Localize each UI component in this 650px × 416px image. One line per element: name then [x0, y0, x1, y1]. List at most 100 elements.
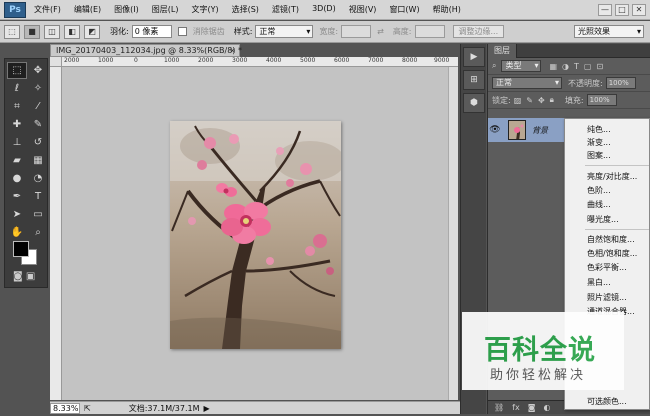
status-share-icon[interactable]: ⇱	[84, 404, 91, 413]
tab-layers[interactable]: 图层	[488, 43, 517, 58]
type-icon[interactable]: T	[28, 188, 48, 205]
filter-smart-icon[interactable]: ⊡	[596, 62, 603, 71]
blend-row: 正常 不透明度: 100%	[488, 75, 650, 92]
lasso-icon[interactable]: ℓ	[7, 80, 27, 97]
adjustment-layer-icon[interactable]: ◐	[543, 403, 550, 412]
style-select[interactable]: 正常	[255, 25, 314, 38]
zoom-level-field[interactable]: 8.33%	[50, 402, 80, 414]
menu-item-vibrance[interactable]: 自然饱和度...	[565, 233, 650, 246]
3d-panel-icon[interactable]: ⬢	[463, 93, 485, 113]
magic-wand-icon[interactable]: ✧	[28, 80, 48, 97]
lock-all-icon[interactable]: 🔒︎	[550, 95, 554, 105]
blur-icon[interactable]: ●	[7, 170, 27, 187]
antialias-checkbox[interactable]	[177, 27, 187, 36]
menu-item-brightness-contrast[interactable]: 亮度/对比度...	[565, 170, 650, 183]
link-layers-icon[interactable]: ⛓︎	[494, 403, 504, 412]
menu-select[interactable]: 选择(S)	[232, 4, 259, 15]
swap-icon[interactable]: ⇄	[377, 27, 384, 36]
filter-adjust-icon[interactable]: ◑	[562, 62, 569, 71]
add-mask-icon[interactable]: ◙	[528, 403, 536, 412]
marquee-preset-icon[interactable]: ⬚	[4, 24, 20, 39]
crop-icon[interactable]: ⌗	[7, 98, 27, 115]
play-actions-icon[interactable]: ▶	[463, 47, 485, 67]
maximize-button[interactable]: □	[615, 3, 629, 16]
menu-3d[interactable]: 3D(D)	[312, 4, 336, 15]
antialias-label: 消除锯齿	[192, 27, 225, 36]
lock-pixels-icon[interactable]: ✎	[526, 96, 533, 105]
menu-layer[interactable]: 图层(L)	[152, 4, 179, 15]
menu-item-photo-filter[interactable]: 照片滤镜...	[565, 291, 650, 304]
menu-edit[interactable]: 编辑(E)	[74, 4, 101, 15]
hand-icon[interactable]: ✋	[7, 224, 27, 241]
status-menu-arrow[interactable]: ▶	[204, 404, 210, 413]
intersect-selection-icon[interactable]: ◩	[84, 24, 100, 39]
zoom-icon[interactable]: ⌕	[28, 224, 48, 241]
brush-icon[interactable]: ✎	[28, 116, 48, 133]
shape-icon[interactable]: ▭	[28, 206, 48, 223]
healing-brush-icon[interactable]: ✚	[7, 116, 27, 133]
menu-help[interactable]: 帮助(H)	[433, 4, 461, 15]
filter-shape-icon[interactable]: ▢	[584, 62, 592, 71]
eraser-icon[interactable]: ▰	[7, 152, 27, 169]
new-selection-icon[interactable]: ■	[24, 24, 40, 39]
feather-input[interactable]: 0 像素	[131, 25, 172, 38]
foreground-color-swatch[interactable]	[13, 241, 29, 257]
close-tab-icon[interactable]: ×	[229, 45, 236, 56]
width-input[interactable]	[341, 25, 372, 38]
lock-position-icon[interactable]: ✥	[538, 96, 545, 105]
photoshop-logo: Ps	[4, 1, 26, 18]
workspace-select[interactable]: 光照效果	[574, 25, 644, 38]
minimize-button[interactable]: —	[598, 3, 612, 16]
menu-item-color-balance[interactable]: 色彩平衡...	[565, 261, 650, 274]
menu-item-gradient[interactable]: 渐变...	[565, 136, 650, 149]
menu-item-exposure[interactable]: 曝光度...	[565, 213, 650, 226]
dodge-icon[interactable]: ◔	[28, 170, 48, 187]
height-input[interactable]	[414, 25, 445, 38]
menu-item-pattern[interactable]: 图案...	[565, 149, 650, 162]
menu-item-solid-color[interactable]: 纯色...	[565, 123, 650, 136]
pen-icon[interactable]: ✒	[7, 188, 27, 205]
canvas-area[interactable]	[62, 67, 458, 400]
history-brush-icon[interactable]: ↺	[28, 134, 48, 151]
horizontal-ruler: 2000 1000 0 1000 2000 3000 4000 5000 600…	[62, 57, 458, 67]
document-tab[interactable]: IMG_20170403_112034.jpg @ 8.33%(RGB/8) *…	[50, 44, 242, 57]
menu-item-black-white[interactable]: 黑白...	[565, 276, 650, 289]
lock-transparent-icon[interactable]: ▨	[514, 96, 522, 105]
path-select-icon[interactable]: ➤	[7, 206, 27, 223]
menu-item-hue-saturation[interactable]: 色相/饱和度...	[565, 247, 650, 260]
menu-window[interactable]: 窗口(W)	[389, 4, 419, 15]
menu-image[interactable]: 图像(I)	[114, 4, 139, 15]
fill-input[interactable]: 100%	[586, 94, 617, 106]
menu-type[interactable]: 文字(Y)	[191, 4, 218, 15]
move-icon[interactable]: ✥	[28, 62, 48, 79]
menu-file[interactable]: 文件(F)	[34, 4, 61, 15]
menu-item-selective-color[interactable]: 可选颜色...	[565, 395, 650, 408]
add-selection-icon[interactable]: ◫	[44, 24, 60, 39]
menu-view[interactable]: 视图(V)	[349, 4, 377, 15]
style-label: 样式:	[233, 27, 253, 36]
menu-item-curves[interactable]: 曲线...	[565, 198, 650, 211]
menu-item-levels[interactable]: 色阶...	[565, 184, 650, 197]
quick-mask-icon[interactable]: ◙ ▣	[13, 271, 35, 282]
gradient-icon[interactable]: ▦	[28, 152, 48, 169]
subtract-selection-icon[interactable]: ◧	[64, 24, 80, 39]
rect-marquee-icon[interactable]: ⬚	[7, 62, 27, 79]
vertical-scrollbar[interactable]	[448, 67, 458, 400]
menu-filter[interactable]: 滤镜(T)	[272, 4, 299, 15]
blend-mode-select[interactable]: 正常	[492, 77, 562, 89]
kind-filter-select[interactable]: 类型	[501, 60, 542, 72]
ruler-tick: 7000	[368, 57, 384, 64]
visibility-eye-icon[interactable]: 👁︎	[488, 125, 502, 135]
eyedropper-icon[interactable]: ⁄	[28, 98, 48, 115]
watermark-subtitle: 助你轻松解决	[490, 368, 587, 383]
opacity-input[interactable]: 100%	[605, 77, 636, 89]
close-window-button[interactable]: ✕	[632, 3, 646, 16]
layer-style-icon[interactable]: fx	[512, 403, 520, 412]
filter-pixel-icon[interactable]: ▦	[549, 62, 557, 71]
refine-edge-button[interactable]: 调整边缘...	[452, 25, 505, 38]
filter-type-icon[interactable]: T	[574, 62, 579, 71]
ruler-tick: 1000	[164, 57, 180, 64]
document-image[interactable]	[170, 121, 341, 349]
clone-stamp-icon[interactable]: ⊥	[7, 134, 27, 151]
history-icon[interactable]: ⊞	[463, 70, 485, 90]
